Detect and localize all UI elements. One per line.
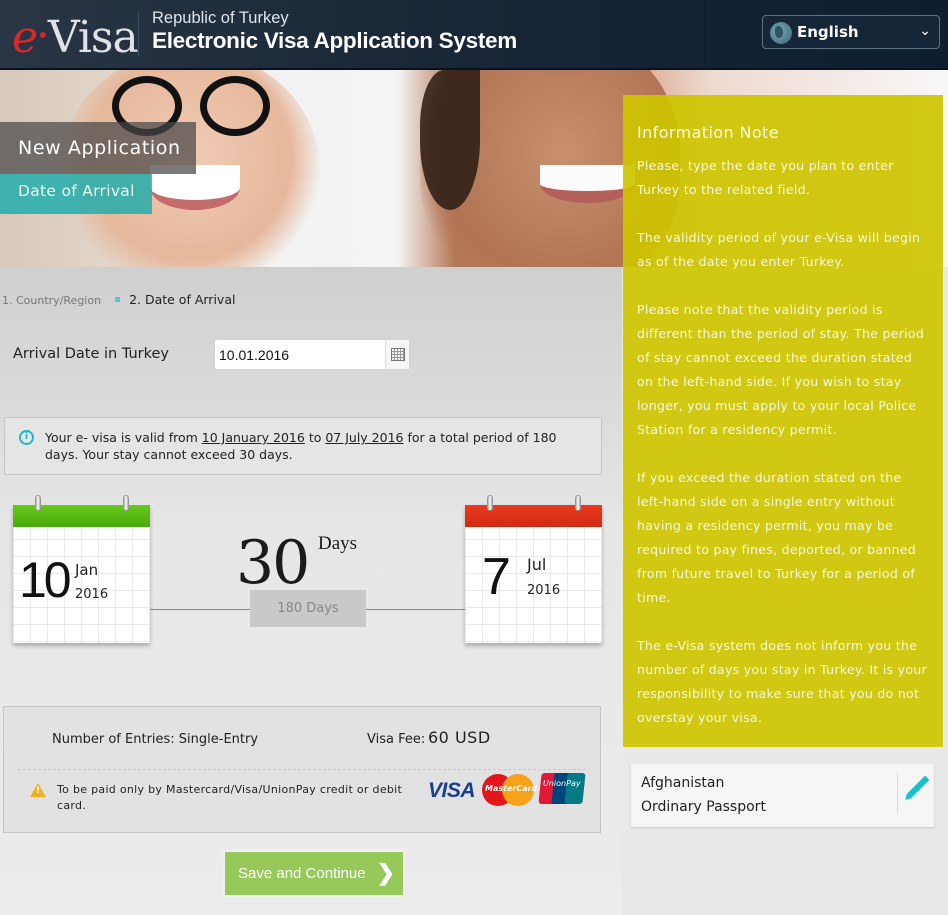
validity-period-badge: 180 Days bbox=[250, 590, 366, 627]
arrival-date-label: Arrival Date in Turkey bbox=[13, 346, 170, 362]
unionpay-text: UnionPay bbox=[543, 779, 581, 788]
step-date-of-arrival: 2. Date of Arrival bbox=[129, 292, 236, 307]
step-breadcrumb: 1. Country/Region 2. Date of Arrival bbox=[2, 292, 235, 307]
start-month: Jan bbox=[75, 561, 99, 579]
header-subtitle: Republic of Turkey bbox=[152, 9, 289, 27]
hero-glasses-right bbox=[200, 76, 270, 136]
unionpay-green bbox=[564, 773, 586, 804]
end-month: Jul bbox=[527, 555, 547, 574]
language-select[interactable]: English ⌄ bbox=[762, 15, 940, 49]
evisa-logo[interactable]: e•Visa bbox=[12, 8, 139, 65]
chevron-down-icon: ⌄ bbox=[919, 23, 931, 39]
step-country-region[interactable]: 1. Country/Region bbox=[2, 294, 101, 307]
info-paragraph: Please note that the validity period is … bbox=[637, 302, 925, 437]
validity-info-box: i Your e- visa is valid from 10 January … bbox=[4, 417, 602, 475]
calendar-ring bbox=[123, 495, 129, 511]
mastercard-text: MasterCard bbox=[485, 784, 538, 793]
start-day: 10 bbox=[19, 552, 72, 608]
site-header: e•Visa Republic of Turkey Electronic Vis… bbox=[0, 0, 948, 70]
stay-duration-value: 30 bbox=[236, 528, 310, 598]
header-divider bbox=[705, 0, 706, 70]
end-date-calendar: 7 Jul 2016 bbox=[465, 495, 602, 643]
payment-note: To be paid only by Mastercard/Visa/Union… bbox=[57, 783, 403, 812]
application-summary-card: Afghanistan Ordinary Passport bbox=[631, 764, 934, 827]
information-note-title: Information Note bbox=[637, 123, 779, 142]
unionpay-logo: UnionPay bbox=[538, 773, 586, 804]
calendar-ring bbox=[35, 495, 41, 511]
summary-document: Ordinary Passport bbox=[641, 799, 766, 815]
logo-separator bbox=[138, 12, 139, 56]
language-label: English bbox=[797, 23, 859, 41]
pencil-icon bbox=[906, 775, 930, 799]
summary-country: Afghanistan bbox=[641, 775, 725, 791]
page-title: New Application bbox=[18, 137, 181, 159]
summary-separator bbox=[897, 772, 898, 814]
end-year: 2016 bbox=[527, 583, 561, 598]
info-paragraph: The validity period of your e-Visa will … bbox=[637, 230, 921, 269]
start-date-calendar: 10 Jan 2016 bbox=[13, 495, 150, 643]
logo-e: e bbox=[12, 12, 38, 63]
visa-card-logo: VISA bbox=[428, 779, 476, 802]
validity-prefix: Your e- visa is valid from bbox=[45, 430, 202, 445]
calendar-icon[interactable] bbox=[385, 340, 409, 369]
hero-hair-man bbox=[420, 70, 480, 210]
number-of-entries: Number of Entries: Single-Entry bbox=[52, 732, 259, 747]
mastercard-logo: MasterCard bbox=[482, 774, 538, 806]
info-paragraph: The e-Visa system does not inform you th… bbox=[637, 638, 927, 725]
edit-button[interactable] bbox=[903, 774, 931, 802]
calendar-header-red bbox=[465, 505, 602, 527]
info-paragraph: If you exceed the duration stated on the… bbox=[637, 470, 917, 605]
information-note: Information Note Please, type the date y… bbox=[623, 95, 943, 747]
end-day: 7 bbox=[482, 548, 511, 606]
logo-visa: Visa bbox=[47, 12, 139, 63]
chevron-right-icon: ❯ bbox=[376, 860, 395, 885]
calendar-ring bbox=[487, 495, 493, 511]
info-icon: i bbox=[19, 430, 34, 445]
visa-fee-value: 60 USD bbox=[428, 728, 491, 747]
page-subtitle: Date of Arrival bbox=[18, 182, 135, 200]
validity-middle: to bbox=[304, 430, 326, 445]
validity-start-date: 10 January 2016 bbox=[201, 430, 305, 445]
logo-dot: • bbox=[37, 23, 49, 47]
hero-smile-man bbox=[540, 165, 635, 203]
globe-icon bbox=[770, 22, 792, 44]
calendar-header-green bbox=[13, 505, 150, 527]
active-step-bullet bbox=[114, 297, 120, 302]
fee-summary-box: Number of Entries: Single-Entry Visa Fee… bbox=[3, 706, 601, 833]
info-paragraph: Please, type the date you plan to enter … bbox=[637, 158, 894, 197]
calendar-ring bbox=[575, 495, 581, 511]
validity-end-date: 07 July 2016 bbox=[325, 430, 404, 445]
arrival-date-input[interactable] bbox=[219, 344, 385, 366]
validity-text: Your e- visa is valid from 10 January 20… bbox=[45, 429, 593, 463]
save-and-continue-button[interactable]: Save and Continue ❯ bbox=[223, 850, 405, 897]
stay-duration-unit: Days bbox=[318, 533, 358, 554]
visa-fee-label: Visa Fee: bbox=[367, 732, 426, 747]
warning-icon bbox=[30, 783, 46, 797]
header-title: Electronic Visa Application System bbox=[152, 28, 517, 53]
arrival-date-field[interactable] bbox=[214, 339, 410, 370]
start-year: 2016 bbox=[75, 587, 109, 602]
save-button-label: Save and Continue bbox=[238, 865, 366, 882]
fee-divider bbox=[18, 769, 586, 770]
